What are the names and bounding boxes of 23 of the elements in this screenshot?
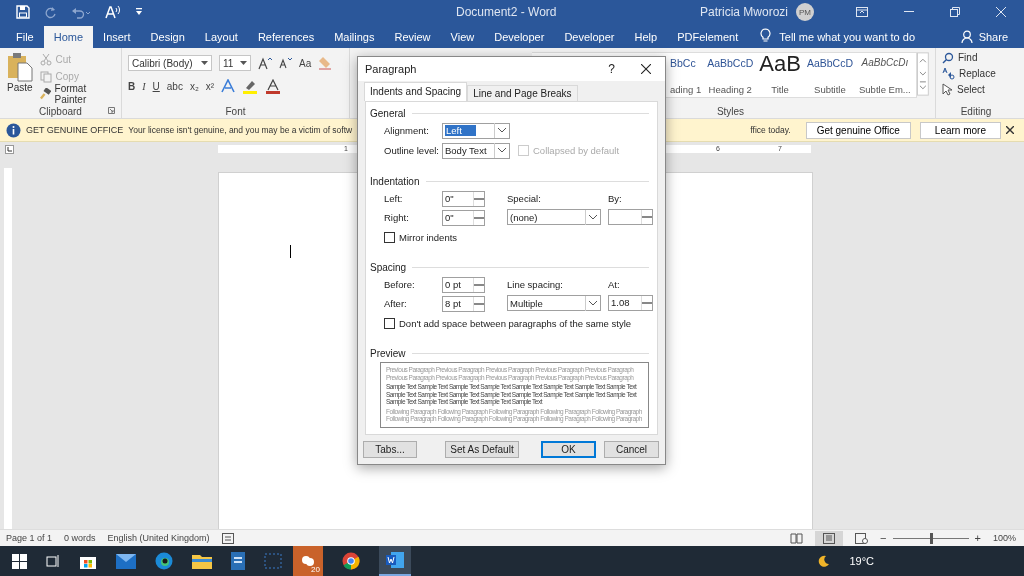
- group-label: Font: [225, 105, 246, 117]
- section-heading: General: [370, 108, 406, 119]
- infobar-message: Your license isn't genuine, and you may be a victim of softw: [128, 125, 353, 135]
- dialog-title: Paragraph: [365, 63, 417, 75]
- infobar-title: GET GENUINE OFFICE: [26, 125, 124, 135]
- section-heading: Preview: [370, 348, 406, 359]
- field-label: Outline level:: [384, 145, 440, 156]
- group-label: Editing: [960, 105, 992, 117]
- field-label: After:: [384, 298, 408, 309]
- section-heading: Indentation: [370, 176, 420, 187]
- section-heading: Spacing: [370, 262, 407, 273]
- group-label: Clipboard: [39, 105, 82, 117]
- field-label: Before:: [384, 279, 416, 290]
- group-label: Styles: [716, 105, 745, 117]
- field-label: By:: [608, 192, 623, 206]
- field-label: At:: [608, 278, 621, 292]
- field-label: Left:: [384, 193, 404, 204]
- field-label: Right:: [384, 212, 410, 223]
- window-title: Document2 - Word: [456, 5, 558, 19]
- field-label: Line spacing:: [507, 278, 564, 292]
- field-label: Special:: [507, 192, 542, 206]
- field-label: Alignment:: [384, 125, 430, 136]
- infobar-message: ffice today.: [750, 125, 791, 135]
